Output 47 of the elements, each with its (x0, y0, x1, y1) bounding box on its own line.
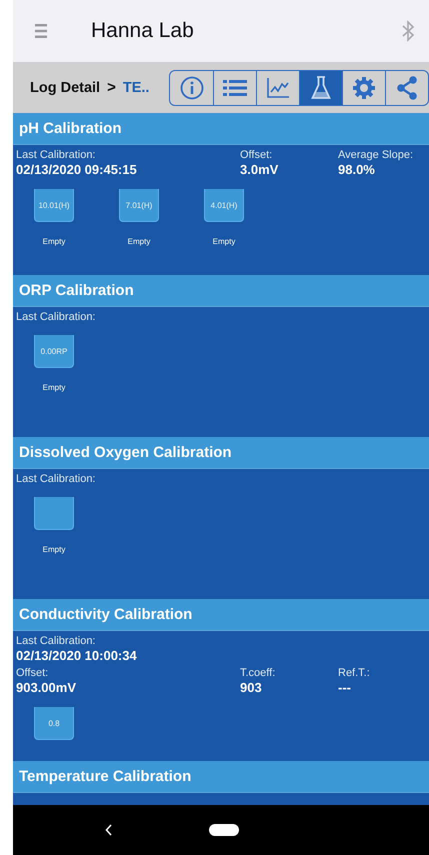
beaker-caption: Empty (212, 237, 236, 246)
beaker-label: 4.01(H) (210, 200, 238, 210)
beaker-icon (34, 497, 74, 530)
beaker-caption: Empty (128, 237, 150, 246)
beaker-caption: Empty (42, 237, 66, 246)
settings-icon (353, 76, 375, 98)
beaker-label: 0.00RP (40, 346, 68, 356)
field-label: Ref.T.: (338, 667, 371, 679)
breadcrumb-parent[interactable]: Log Detail (30, 80, 100, 96)
field-value: --- (338, 680, 352, 695)
beaker-caption: Empty (42, 383, 66, 392)
flask-icon (311, 76, 331, 100)
field-label: Last Calibration: (16, 473, 96, 485)
app-title: Hanna Lab (91, 19, 195, 43)
field-label: Average Slope: (338, 149, 414, 161)
menu-icon[interactable] (35, 24, 47, 38)
field-value: 98.0% (338, 162, 376, 177)
beaker-label: 7.01(H) (126, 200, 152, 210)
breadcrumb-current: TE.. (122, 80, 150, 96)
section-header: pH Calibration (13, 113, 429, 145)
field-value: 3.0mV (240, 162, 280, 177)
section-header: ORP Calibration (13, 275, 429, 307)
field-value: 02/13/2020 09:45:15 (16, 162, 138, 177)
bluetooth-icon[interactable] (401, 19, 415, 43)
share-icon (396, 76, 418, 100)
back-icon[interactable] (105, 824, 113, 836)
beaker-label: 10.01(H) (38, 200, 70, 210)
section-header: Temperature Calibration (13, 761, 429, 793)
section-header: Conductivity Calibration (13, 599, 429, 631)
beaker-label: 0.8 (48, 718, 60, 728)
field-label: Offset: (16, 667, 50, 679)
field-value: 02/13/2020 10:00:34 (16, 648, 138, 663)
info-icon (180, 76, 204, 100)
home-button[interactable] (209, 824, 239, 836)
section-header: Dissolved Oxygen Calibration (13, 437, 429, 469)
list-icon (223, 78, 247, 96)
field-label: Offset: (240, 149, 274, 161)
line-chart-icon (267, 78, 289, 98)
breadcrumb-separator: > (107, 79, 116, 96)
field-value: 903.00mV (16, 680, 77, 695)
tab[interactable] (299, 70, 342, 104)
field-label: T.coeff: (240, 667, 276, 679)
field-label: Last Calibration: (16, 635, 96, 647)
field-value: 903 (240, 680, 263, 695)
field-label: Last Calibration: (16, 311, 96, 323)
beaker-caption: Empty (42, 545, 66, 554)
field-label: Last Calibration: (16, 149, 96, 161)
